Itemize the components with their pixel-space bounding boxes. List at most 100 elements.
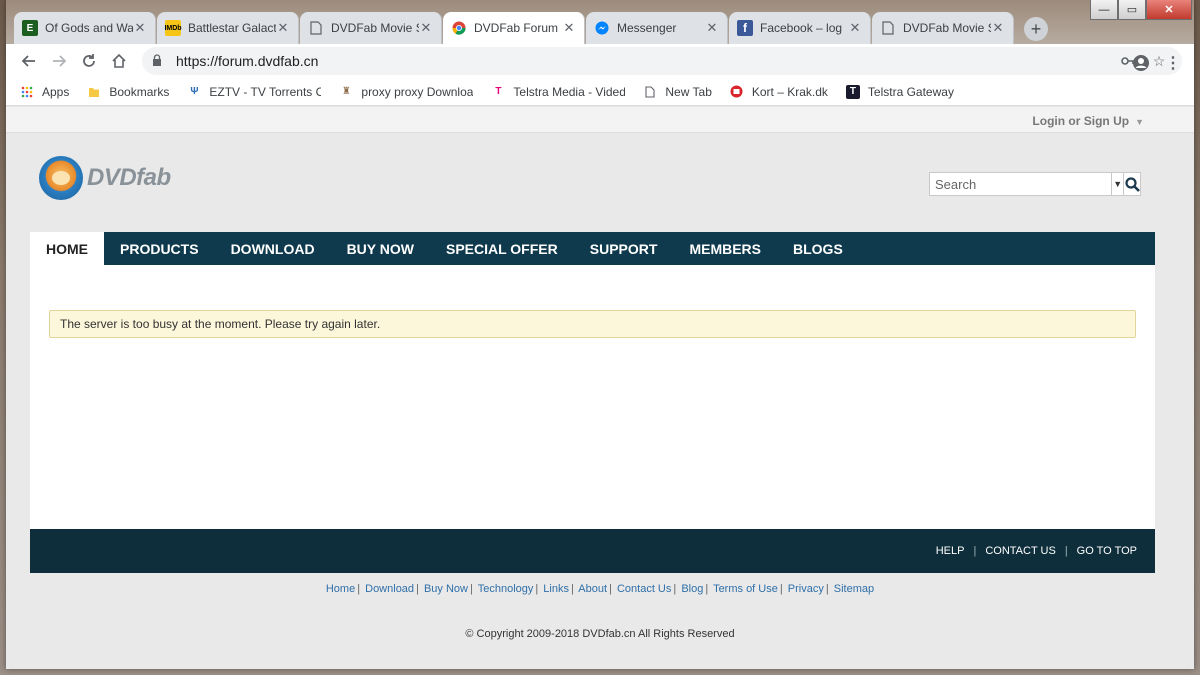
nav-members[interactable]: MEMBERS xyxy=(673,232,777,265)
bookmark-label: Kort – Krak.dk xyxy=(751,84,828,99)
home-button[interactable] xyxy=(104,46,134,76)
reload-icon xyxy=(83,54,95,67)
kebab-menu-icon: ⋮ xyxy=(1165,55,1181,72)
tab-5[interactable]: f Facebook – log ✕ xyxy=(729,12,871,44)
close-icon[interactable]: ✕ xyxy=(991,20,1005,36)
book-icon: E xyxy=(22,20,38,36)
footer-link-about[interactable]: About xyxy=(578,583,607,595)
bookmarks-bar: Apps Bookmarks Ψ EZTV - TV Torrents O ♜ … xyxy=(6,78,1194,106)
nav-buy-now[interactable]: BUY NOW xyxy=(331,232,430,265)
nav-home[interactable]: HOME xyxy=(30,232,104,265)
nav-special-offer[interactable]: SPECIAL OFFER xyxy=(430,232,574,265)
bookmark-new-tab[interactable]: New Tab xyxy=(643,85,712,99)
nav-download[interactable]: DOWNLOAD xyxy=(215,232,331,265)
footer-link-blog[interactable]: Blog xyxy=(681,583,703,595)
search-input[interactable] xyxy=(930,173,1111,195)
nav-products[interactable]: PRODUCTS xyxy=(104,232,215,265)
divider: | xyxy=(357,583,361,595)
bookmark-label: EZTV - TV Torrents O xyxy=(209,84,322,99)
footer-link-sitemap[interactable]: Sitemap xyxy=(834,583,874,595)
footer-bar: HELP | CONTACT US | GO TO TOP xyxy=(30,529,1155,573)
login-signup-link[interactable]: Login or Sign Up ▼ xyxy=(1032,114,1144,128)
divider: | xyxy=(705,583,709,595)
caret-down-icon: ▼ xyxy=(1135,117,1144,127)
search-dropdown[interactable]: ▼ xyxy=(1111,173,1123,195)
close-icon[interactable]: ✕ xyxy=(133,20,147,36)
footer-link-home[interactable]: Home xyxy=(326,583,355,595)
footer-link-buy-now[interactable]: Buy Now xyxy=(424,583,468,595)
minimize-icon: — xyxy=(1098,3,1110,16)
address-bar[interactable]: https://forum.dvdfab.cn ☆ xyxy=(142,47,1182,75)
bookmark-label: Bookmarks xyxy=(109,84,170,99)
account-icon xyxy=(1133,55,1149,71)
tab-3[interactable]: DVDFab Forum - ✕ xyxy=(443,12,585,44)
close-icon: ✕ xyxy=(1164,4,1174,16)
proxy-icon: ♜ xyxy=(341,86,351,97)
bookmark-eztv[interactable]: Ψ EZTV - TV Torrents O xyxy=(187,85,321,99)
search-button[interactable] xyxy=(1123,173,1140,195)
close-icon[interactable]: ✕ xyxy=(848,20,862,36)
divider: | xyxy=(973,545,977,557)
forward-button[interactable] xyxy=(44,46,74,76)
footer-link-technology[interactable]: Technology xyxy=(478,583,534,595)
nav-blogs[interactable]: BLOGS xyxy=(777,232,859,265)
footer-help-link[interactable]: HELP xyxy=(936,545,965,557)
maximize-icon: ▭ xyxy=(1126,4,1138,16)
eztv-icon: Ψ xyxy=(190,86,199,97)
tab-2[interactable]: DVDFab Movie S ✕ xyxy=(300,12,442,44)
bookmark-label: Apps xyxy=(42,84,70,99)
window-controls: — ▭ ✕ xyxy=(1090,0,1192,20)
tab-1[interactable]: IMDb Battlestar Galact ✕ xyxy=(157,12,299,44)
plus-icon: + xyxy=(1030,18,1042,39)
close-icon[interactable]: ✕ xyxy=(705,20,719,36)
bookmark-label: Telstra Media - Vided xyxy=(513,84,626,99)
tab-label: Messenger xyxy=(617,21,677,35)
apps-icon xyxy=(20,85,34,99)
tab-label: DVDFab Movie S xyxy=(331,21,419,35)
nav-support[interactable]: SUPPORT xyxy=(574,232,674,265)
facebook-icon: f xyxy=(737,20,753,36)
divider: | xyxy=(535,583,539,595)
bookmark-telstra-media[interactable]: T Telstra Media - Vided xyxy=(491,85,625,99)
monkey-logo-icon xyxy=(39,156,83,200)
bookmark-folder[interactable]: Bookmarks xyxy=(87,85,169,99)
bookmark-krak[interactable]: Kort – Krak.dk xyxy=(730,85,828,99)
close-icon[interactable]: ✕ xyxy=(419,20,433,36)
reload-button[interactable] xyxy=(74,46,104,76)
close-icon[interactable]: ✕ xyxy=(562,20,576,36)
bookmark-proxy[interactable]: ♜ proxy proxy Downloa xyxy=(339,85,473,99)
tab-6[interactable]: DVDFab Movie S ✕ xyxy=(872,12,1014,44)
copyright-text: © Copyright 2009-2018 DVDfab.cn All Righ… xyxy=(465,628,735,640)
footer-link-download[interactable]: Download xyxy=(365,583,414,595)
search-icon xyxy=(1125,176,1140,192)
footer-link-privacy[interactable]: Privacy xyxy=(788,583,824,595)
site-logo[interactable]: DVDfab xyxy=(39,156,171,200)
close-icon[interactable]: ✕ xyxy=(276,20,290,36)
menu-button[interactable]: ⋮ xyxy=(1158,48,1188,78)
divider: | xyxy=(673,583,677,595)
footer-link-links[interactable]: Links xyxy=(543,583,569,595)
folder-icon xyxy=(87,85,101,99)
back-button[interactable] xyxy=(14,46,44,76)
footer-link-terms[interactable]: Terms of Use xyxy=(713,583,778,595)
bookmark-telstra-gateway[interactable]: T Telstra Gateway xyxy=(845,84,954,99)
bookmark-apps[interactable]: Apps xyxy=(20,85,69,99)
page-icon xyxy=(643,85,657,99)
profile-button[interactable] xyxy=(1126,48,1156,78)
tab-4[interactable]: Messenger ✕ xyxy=(586,12,728,44)
minimize-button[interactable]: — xyxy=(1090,0,1118,20)
web-page: Login or Sign Up ▼ DVDfab ▼ HOME PRODUCTS… xyxy=(6,107,1194,669)
page-icon xyxy=(308,20,324,36)
tab-0[interactable]: E Of Gods and Wa ✕ xyxy=(14,12,156,44)
logo-text: DVDfab xyxy=(87,164,171,191)
site-search: ▼ xyxy=(929,172,1141,196)
arrow-right-icon xyxy=(53,55,67,67)
footer-go-to-top-link[interactable]: GO TO TOP xyxy=(1077,545,1137,557)
footer-link-contact-us[interactable]: Contact Us xyxy=(617,583,671,595)
footer-contact-link[interactable]: CONTACT US xyxy=(985,545,1056,557)
footer-links: Home | Download | Buy Now | Technology | Lin… xyxy=(6,583,1194,595)
maximize-button[interactable]: ▭ xyxy=(1118,0,1146,20)
main-navigation: HOME PRODUCTS DOWNLOAD BUY NOW SPECIAL O… xyxy=(30,232,1155,265)
close-window-button[interactable]: ✕ xyxy=(1146,0,1192,20)
new-tab-button[interactable]: + xyxy=(1024,17,1048,41)
